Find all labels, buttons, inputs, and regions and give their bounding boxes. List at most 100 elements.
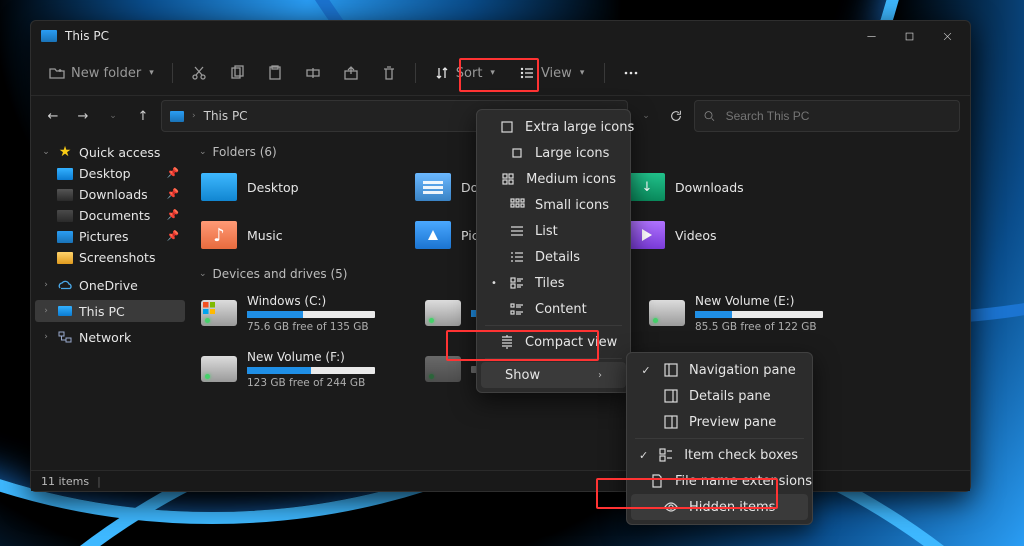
menu-item-hidden-items[interactable]: Hidden items bbox=[631, 494, 808, 520]
tiles-icon bbox=[509, 275, 525, 291]
paste-button[interactable] bbox=[259, 61, 291, 85]
forward-button[interactable]: → bbox=[71, 104, 95, 128]
menu-item-details-pane[interactable]: Details pane bbox=[631, 383, 808, 409]
share-button[interactable] bbox=[335, 61, 367, 85]
view-label: View bbox=[541, 66, 572, 81]
titlebar: This PC bbox=[31, 21, 970, 51]
drive-name: Windows (C:) bbox=[247, 294, 375, 308]
sidebar-item-screenshots[interactable]: Screenshots bbox=[35, 247, 185, 268]
menu-item-details[interactable]: Details bbox=[481, 244, 626, 270]
sidebar-item-desktop[interactable]: Desktop 📌 bbox=[35, 163, 185, 184]
menu-item-medium-icons[interactable]: Medium icons bbox=[481, 166, 626, 192]
folder-tile-videos[interactable]: Videos bbox=[627, 213, 811, 257]
pin-icon: 📌 bbox=[167, 231, 179, 242]
folder-tile-music[interactable]: ♪ Music bbox=[199, 213, 383, 257]
sidebar-item-network[interactable]: › Network bbox=[35, 326, 185, 348]
menu-item-tiles[interactable]: •Tiles bbox=[481, 270, 626, 296]
sort-button[interactable]: Sort ▾ bbox=[426, 61, 503, 85]
share-icon bbox=[343, 65, 359, 81]
sort-icon bbox=[434, 65, 450, 81]
chevron-right-icon: › bbox=[598, 370, 602, 381]
extra-large-icons-icon bbox=[499, 119, 515, 135]
paste-icon bbox=[267, 65, 283, 81]
delete-button[interactable] bbox=[373, 61, 405, 85]
menu-item-preview-pane[interactable]: Preview pane bbox=[631, 409, 808, 435]
sidebar-item-downloads[interactable]: Downloads 📌 bbox=[35, 184, 185, 205]
menu-item-compact-view[interactable]: Compact view bbox=[481, 329, 626, 355]
menu-item-content[interactable]: Content bbox=[481, 296, 626, 322]
drive-tile[interactable]: New Volume (E:) 85.5 GB free of 122 GB bbox=[647, 287, 841, 339]
explorer-window: This PC New folder ▾ Sort ▾ bbox=[30, 20, 971, 492]
medium-icons-icon bbox=[500, 171, 516, 187]
this-pc-icon bbox=[41, 30, 57, 42]
chevron-down-icon: ▾ bbox=[490, 68, 495, 78]
desktop-icon bbox=[201, 173, 237, 201]
minimize-button[interactable] bbox=[852, 21, 890, 51]
hidden-items-icon bbox=[663, 499, 679, 515]
drive-icon bbox=[425, 356, 461, 382]
details-pane-icon bbox=[663, 388, 679, 404]
chevron-down-icon: ⌄ bbox=[199, 269, 207, 279]
new-folder-button[interactable]: New folder ▾ bbox=[41, 61, 162, 85]
folder-tile-downloads[interactable]: ↓ Downloads bbox=[627, 165, 811, 209]
menu-item-item-check-boxes[interactable]: ✓Item check boxes bbox=[631, 442, 808, 468]
menu-item-navigation-pane[interactable]: ✓Navigation pane bbox=[631, 357, 808, 383]
menu-item-list[interactable]: List bbox=[481, 218, 626, 244]
folder-icon bbox=[57, 252, 73, 264]
close-button[interactable] bbox=[928, 21, 966, 51]
drive-icon bbox=[425, 300, 461, 326]
breadcrumb-item[interactable]: This PC bbox=[204, 109, 248, 123]
address-dropdown-button[interactable]: ⌄ bbox=[634, 104, 658, 128]
this-pc-icon bbox=[170, 111, 184, 122]
small-icons-icon bbox=[509, 197, 525, 213]
drive-tile[interactable]: Windows (C:) 75.6 GB free of 135 GB bbox=[199, 287, 393, 339]
copy-button[interactable] bbox=[221, 61, 253, 85]
more-icon bbox=[623, 65, 639, 81]
this-pc-icon bbox=[57, 303, 73, 319]
chevron-down-icon: ⌄ bbox=[41, 147, 51, 157]
search-input[interactable] bbox=[724, 108, 951, 124]
drive-icon bbox=[649, 300, 685, 326]
sidebar-item-pictures[interactable]: Pictures 📌 bbox=[35, 226, 185, 247]
onedrive-icon bbox=[57, 277, 73, 293]
new-folder-icon bbox=[49, 65, 65, 81]
large-icons-icon bbox=[509, 145, 525, 161]
sidebar-item-this-pc[interactable]: › This PC bbox=[35, 300, 185, 322]
delete-icon bbox=[381, 65, 397, 81]
details-icon bbox=[509, 249, 525, 265]
copy-icon bbox=[229, 65, 245, 81]
folder-icon bbox=[57, 231, 73, 243]
search-box[interactable] bbox=[694, 100, 960, 132]
sidebar-item-documents[interactable]: Documents 📌 bbox=[35, 205, 185, 226]
refresh-button[interactable] bbox=[664, 104, 688, 128]
network-icon bbox=[57, 329, 73, 345]
checkboxes-icon bbox=[658, 447, 674, 463]
menu-item-extra-large-icons[interactable]: Extra large icons bbox=[481, 114, 626, 140]
drive-tile[interactable]: New Volume (F:) 123 GB free of 244 GB bbox=[199, 343, 393, 395]
sidebar-item-onedrive[interactable]: › OneDrive bbox=[35, 274, 185, 296]
drive-usage-bar bbox=[247, 311, 375, 318]
pin-icon: 📌 bbox=[167, 168, 179, 179]
folder-tile-desktop[interactable]: Desktop bbox=[199, 165, 383, 209]
drive-free-text: 75.6 GB free of 135 GB bbox=[247, 321, 375, 333]
cut-button[interactable] bbox=[183, 61, 215, 85]
up-button[interactable]: ↑ bbox=[131, 104, 155, 128]
drive-name: New Volume (E:) bbox=[695, 294, 823, 308]
more-button[interactable] bbox=[615, 61, 647, 85]
history-button[interactable]: ⌄ bbox=[101, 104, 125, 128]
menu-item-small-icons[interactable]: Small icons bbox=[481, 192, 626, 218]
menu-item-show[interactable]: Show › bbox=[481, 362, 626, 388]
menu-item-file-name-extensions[interactable]: File name extensions bbox=[631, 468, 808, 494]
menu-item-large-icons[interactable]: Large icons bbox=[481, 140, 626, 166]
drive-usage-bar bbox=[695, 311, 823, 318]
view-button[interactable]: View ▾ bbox=[509, 61, 594, 85]
folder-icon bbox=[57, 189, 73, 201]
rename-icon bbox=[305, 65, 321, 81]
item-count: 11 items bbox=[41, 475, 89, 488]
drive-free-text: 85.5 GB free of 122 GB bbox=[695, 321, 823, 333]
maximize-button[interactable] bbox=[890, 21, 928, 51]
pictures-icon bbox=[415, 221, 451, 249]
sidebar-item-quick-access[interactable]: ⌄ ★ Quick access bbox=[35, 141, 185, 163]
rename-button[interactable] bbox=[297, 61, 329, 85]
back-button[interactable]: ← bbox=[41, 104, 65, 128]
